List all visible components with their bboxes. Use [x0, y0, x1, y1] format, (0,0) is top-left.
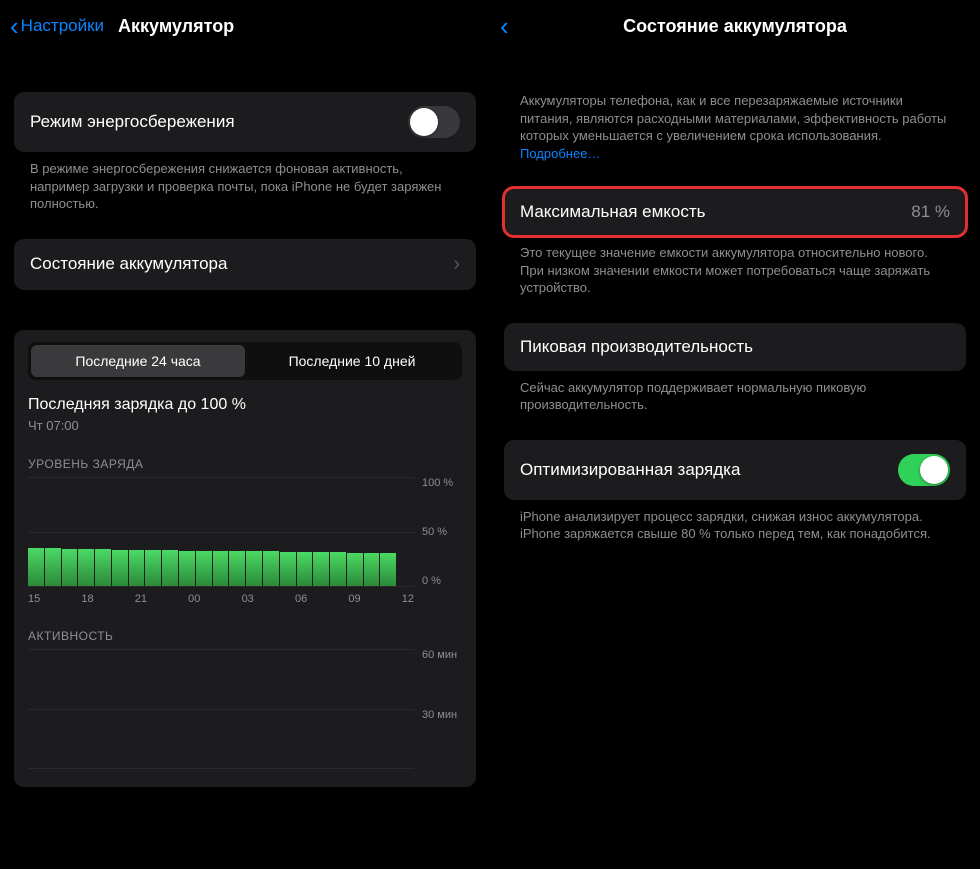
chart-bar [162, 550, 178, 586]
chart-bar [313, 552, 329, 585]
seg-last-10d[interactable]: Последние 10 дней [245, 345, 459, 377]
chart-bar [62, 549, 78, 586]
chart-bar [95, 549, 111, 586]
chart-activity-plot [28, 649, 414, 769]
peak-performance-row[interactable]: Пиковая производительность [504, 323, 966, 371]
learn-more-link[interactable]: Подробнее… [520, 146, 600, 161]
max-capacity-footnote: Это текущее значение емкости аккумулятор… [504, 236, 966, 297]
optimized-charging-toggle[interactable] [898, 454, 950, 486]
time-range-segmented[interactable]: Последние 24 часа Последние 10 дней [28, 342, 462, 380]
max-capacity-row[interactable]: Максимальная емкость 81 % [504, 188, 966, 236]
chart-level-plot [28, 477, 414, 587]
last-charge-sub: Чт 07:00 [28, 418, 462, 433]
chevron-right-icon: › [453, 253, 460, 276]
peak-performance-label: Пиковая производительность [520, 337, 753, 357]
back-button[interactable]: ‹ Настройки [10, 13, 104, 39]
chart-bar [145, 550, 161, 586]
page-title-right: Состояние аккумулятора [623, 16, 847, 37]
chart-bar [380, 553, 396, 585]
chart-bar [280, 552, 296, 585]
chart-bar [78, 549, 94, 586]
pane-battery: ‹ Настройки Аккумулятор Режим энергосбер… [0, 0, 490, 869]
chart-bar [28, 548, 44, 586]
pane-battery-health: ‹ Состояние аккумулятора Аккумуляторы те… [490, 0, 980, 869]
chart-bar [45, 548, 61, 586]
chart-bar [297, 552, 313, 585]
max-capacity-value: 81 % [911, 202, 950, 222]
chart-bar [364, 553, 380, 585]
chevron-left-icon: ‹ [10, 13, 19, 39]
chart-activity-yaxis: 60 мин 30 мин [414, 649, 462, 769]
battery-health-label: Состояние аккумулятора [30, 254, 227, 274]
chart-bar [196, 551, 212, 586]
chart-bar [229, 551, 245, 586]
low-power-label: Режим энергосбережения [30, 112, 235, 132]
battery-intro-footnote: Аккумуляторы телефона, как и все перезар… [504, 92, 966, 162]
chart-bar [179, 551, 195, 586]
optimized-charging-label: Оптимизированная зарядка [520, 460, 740, 480]
navbar-right: ‹ Состояние аккумулятора [490, 0, 980, 52]
chart-bar [263, 551, 279, 586]
last-charge-title: Последняя зарядка до 100 % [28, 396, 462, 414]
seg-last-24h[interactable]: Последние 24 часа [31, 345, 245, 377]
low-power-toggle[interactable] [408, 106, 460, 138]
peak-performance-footnote: Сейчас аккумулятор поддерживает нормальн… [504, 371, 966, 414]
battery-health-row[interactable]: Состояние аккумулятора › [14, 239, 476, 290]
page-title-left: Аккумулятор [118, 16, 234, 37]
chart-battery-level: 100 % 50 % 0 % [28, 477, 462, 587]
max-capacity-label: Максимальная емкость [520, 202, 706, 222]
chevron-left-icon: ‹ [500, 13, 509, 39]
chart-bar [330, 552, 346, 585]
back-button-right[interactable]: ‹ [500, 13, 509, 39]
chart-level-title: УРОВЕНЬ ЗАРЯДА [28, 457, 462, 471]
chart-level-xaxis: 15 18 21 00 03 06 09 12 [28, 593, 462, 605]
chart-level-yaxis: 100 % 50 % 0 % [414, 477, 462, 587]
usage-card: Последние 24 часа Последние 10 дней Посл… [14, 330, 476, 787]
optimized-charging-row[interactable]: Оптимизированная зарядка [504, 440, 966, 500]
optimized-charging-footnote: iPhone анализирует процесс зарядки, сниж… [504, 500, 966, 543]
low-power-footnote: В режиме энергосбережения снижается фоно… [14, 152, 476, 213]
chart-activity: 60 мин 30 мин [28, 649, 462, 769]
chart-bar [129, 550, 145, 586]
chart-activity-title: АКТИВНОСТЬ [28, 629, 462, 643]
back-label: Настройки [21, 16, 104, 36]
chart-bar [246, 551, 262, 586]
navbar-left: ‹ Настройки Аккумулятор [0, 0, 490, 52]
chart-bar [112, 550, 128, 586]
chart-bar [213, 551, 229, 586]
low-power-mode-row[interactable]: Режим энергосбережения [14, 92, 476, 152]
chart-bar [347, 553, 363, 585]
